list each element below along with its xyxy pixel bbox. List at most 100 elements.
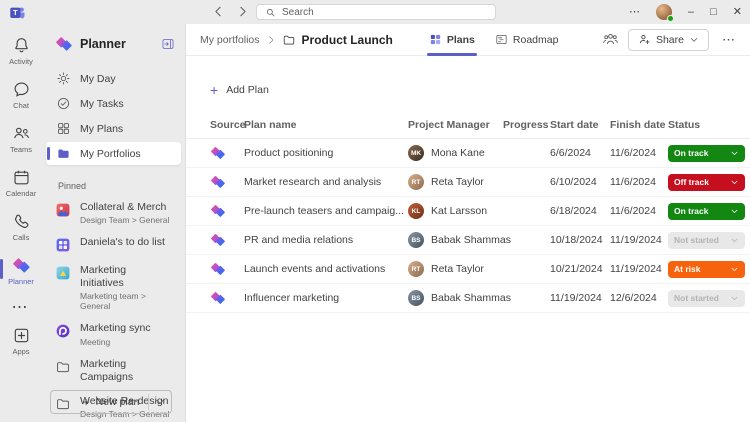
column-header-source[interactable]: Source xyxy=(210,119,244,131)
rail-item-apps[interactable]: Apps xyxy=(0,319,42,363)
avatar: BS xyxy=(408,290,424,306)
planner-logo-icon xyxy=(210,261,226,277)
presence-available-icon xyxy=(667,15,674,22)
apps-icon xyxy=(12,326,31,345)
chevron-down-icon xyxy=(730,294,739,303)
sidebar-item-my-day[interactable]: My Day xyxy=(46,67,181,90)
column-header-project-manager[interactable]: Project Manager xyxy=(408,119,503,131)
sidebar-header: Planner xyxy=(42,24,185,61)
status-dropdown[interactable]: Not started xyxy=(668,232,745,249)
sidebar-item-my-plans[interactable]: My Plans xyxy=(46,117,181,140)
rail-item-planner[interactable]: Planner xyxy=(0,249,42,293)
finish-date-cell: 11/19/2024 xyxy=(610,234,668,246)
forward-button[interactable] xyxy=(236,5,249,18)
teams-logo-icon[interactable]: T xyxy=(9,4,26,21)
rail-item-calls[interactable]: Calls xyxy=(0,205,42,249)
titlebar-more-button[interactable]: ⋯ xyxy=(629,7,640,18)
sidebar-item-my-tasks[interactable]: My Tasks xyxy=(46,92,181,115)
close-button[interactable]: ✕ xyxy=(733,7,742,18)
plan-name-link[interactable]: Launch events and activations xyxy=(244,263,408,275)
status-dropdown[interactable]: Not started xyxy=(668,290,745,307)
avatar: KL xyxy=(408,203,424,219)
main-content: My portfolios Product Launch PlansRoadma… xyxy=(186,24,750,422)
column-header-start-date[interactable]: Start date xyxy=(550,119,610,131)
table-row[interactable]: PR and media relationsBSBabak Shammas10/… xyxy=(186,226,750,255)
pinned-item[interactable]: Collateral & MerchDesign Team > General xyxy=(46,198,181,228)
chevron-down-icon xyxy=(730,149,739,158)
project-manager-cell: BSBabak Shammas xyxy=(408,290,503,306)
share-button[interactable]: Share xyxy=(628,29,709,51)
breadcrumb-my-portfolios[interactable]: My portfolios xyxy=(200,34,260,46)
plans-tab-icon xyxy=(429,33,442,46)
folder-icon xyxy=(282,33,296,47)
app-title: Planner xyxy=(80,37,154,51)
more-icon: ⋯ xyxy=(12,297,31,316)
sidebar-nav: My DayMy TasksMy PlansMy Portfolios xyxy=(42,61,185,165)
rail-item-chat[interactable]: Chat xyxy=(0,73,42,117)
calendar-icon xyxy=(12,168,31,187)
finish-date-cell: 11/6/2024 xyxy=(610,176,668,188)
rail-item-calendar[interactable]: Calendar xyxy=(0,161,42,205)
status-dropdown[interactable]: Off track xyxy=(668,174,745,191)
plan-name-link[interactable]: Influencer marketing xyxy=(244,292,408,304)
planner-logo-icon xyxy=(210,203,226,219)
rail-item-activity[interactable]: Activity xyxy=(0,29,42,73)
plan-name-link[interactable]: Market research and analysis xyxy=(244,176,408,188)
rail-item-more[interactable]: ⋯ xyxy=(0,293,42,319)
collapse-panel-icon[interactable] xyxy=(161,37,175,51)
column-header-progress[interactable]: Progress xyxy=(503,119,550,131)
members-icon[interactable] xyxy=(602,31,619,48)
search-icon xyxy=(265,7,276,18)
share-label: Share xyxy=(656,34,684,46)
minimize-button[interactable]: – xyxy=(688,7,694,18)
column-header-status[interactable]: Status xyxy=(668,119,745,131)
search-input[interactable]: Search xyxy=(256,4,496,20)
table-row[interactable]: Launch events and activationsRTReta Tayl… xyxy=(186,255,750,284)
status-dropdown[interactable]: On track xyxy=(668,203,745,220)
pinned-item[interactable]: Marketing Campaigns xyxy=(46,355,181,387)
sidebar-item-my-portfolios[interactable]: My Portfolios xyxy=(46,142,181,165)
user-avatar[interactable] xyxy=(656,4,672,20)
plans-view: + Add Plan SourcePlan nameProject Manage… xyxy=(186,56,750,422)
table-row[interactable]: Market research and analysisRTReta Taylo… xyxy=(186,168,750,197)
phone-icon xyxy=(12,212,31,231)
plan-name-link[interactable]: Pre-launch teasers and campaig... xyxy=(244,205,408,217)
plan-name-link[interactable]: PR and media relations xyxy=(244,234,408,246)
header-more-button[interactable]: ⋯ xyxy=(718,32,740,48)
plans-table: SourcePlan nameProject ManagerProgressSt… xyxy=(186,112,750,313)
status-dropdown[interactable]: On track xyxy=(668,145,745,162)
tab-roadmap[interactable]: Roadmap xyxy=(485,24,569,56)
project-manager-cell: KLKat Larsson xyxy=(408,203,503,219)
back-button[interactable] xyxy=(212,5,225,18)
finish-date-cell: 12/6/2024 xyxy=(610,292,668,304)
table-row[interactable]: Influencer marketingBSBabak Shammas11/19… xyxy=(186,284,750,313)
maximize-button[interactable]: □ xyxy=(710,7,717,18)
pinned-item[interactable]: Marketing InitiativesMarketing team > Ge… xyxy=(46,261,181,314)
avatar: RT xyxy=(408,261,424,277)
pinned-item[interactable]: Marketing syncMeeting xyxy=(46,319,181,349)
planner-logo-icon xyxy=(210,290,226,306)
new-plan-button[interactable]: + New plan xyxy=(50,390,172,414)
rail-item-teams[interactable]: Teams xyxy=(0,117,42,161)
table-row[interactable]: Product positioningMKMona Kane6/6/202411… xyxy=(186,139,750,168)
planner-logo-icon xyxy=(210,232,226,248)
tab-plans[interactable]: Plans xyxy=(419,24,485,56)
column-header-finish-date[interactable]: Finish date xyxy=(610,119,668,131)
pinned-section-label: Pinned xyxy=(42,165,185,198)
add-plan-label: Add Plan xyxy=(226,84,269,96)
chevron-down-icon[interactable] xyxy=(154,396,166,408)
planner-logo-icon xyxy=(210,174,226,190)
grid-icon xyxy=(56,121,71,136)
add-plan-button[interactable]: + Add Plan xyxy=(210,83,269,97)
history-nav xyxy=(212,5,249,18)
pinned-item[interactable]: Daniela's to do list xyxy=(46,233,181,256)
collateral-icon xyxy=(55,202,71,218)
portfolio-header: My portfolios Product Launch PlansRoadma… xyxy=(186,24,750,56)
svg-text:T: T xyxy=(13,8,18,17)
column-header-plan-name[interactable]: Plan name xyxy=(244,119,408,131)
plan-name-link[interactable]: Product positioning xyxy=(244,147,408,159)
sun-icon xyxy=(56,71,71,86)
table-row[interactable]: Pre-launch teasers and campaig...KLKat L… xyxy=(186,197,750,226)
status-dropdown[interactable]: At risk xyxy=(668,261,745,278)
chevron-right-icon xyxy=(266,35,276,45)
